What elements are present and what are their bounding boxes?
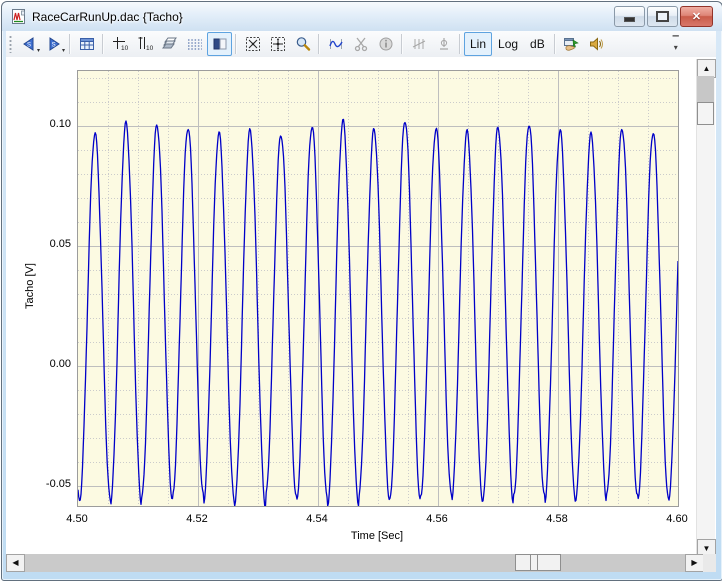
crosshair-10-icon: 10 bbox=[112, 36, 128, 52]
plot-svg bbox=[78, 71, 678, 506]
scissors-icon bbox=[353, 36, 369, 52]
waveform-document-icon bbox=[11, 9, 27, 25]
x-tick-label: 4.60 bbox=[655, 513, 699, 525]
vertical-scroll-thumb[interactable] bbox=[697, 102, 714, 125]
grid-table-icon bbox=[79, 36, 95, 52]
toolbar-separator bbox=[69, 34, 71, 54]
plumb-cursor-icon bbox=[436, 36, 452, 52]
vertical-lines-10-icon: 10 bbox=[137, 36, 153, 52]
blue-right-arrow-s-icon: S bbox=[46, 36, 62, 52]
up-arrow-icon: ▲ bbox=[703, 65, 711, 73]
y-tick-label: -0.05 bbox=[6, 478, 71, 490]
comb-cursor-icon bbox=[411, 36, 427, 52]
hand-export-icon bbox=[563, 36, 579, 52]
svg-text:10: 10 bbox=[121, 45, 128, 52]
x-tick-label: 4.56 bbox=[415, 513, 459, 525]
svg-text:S: S bbox=[26, 43, 30, 49]
dotted-rows-icon bbox=[187, 36, 203, 52]
x-axis-scale-button[interactable]: 10 bbox=[107, 32, 132, 56]
export-button[interactable] bbox=[559, 32, 584, 56]
data-table-button[interactable] bbox=[74, 32, 99, 56]
cut-button[interactable] bbox=[348, 32, 373, 56]
close-button[interactable]: ✕ bbox=[680, 6, 713, 27]
panel-view-icon bbox=[212, 36, 228, 52]
scroll-right-button[interactable]: ▶ bbox=[685, 554, 704, 572]
minimize-button[interactable] bbox=[614, 6, 645, 27]
zoom-region-button[interactable] bbox=[265, 32, 290, 56]
info-button[interactable] bbox=[373, 32, 398, 56]
toolbar-grip[interactable] bbox=[9, 35, 12, 53]
scroll-left-button[interactable]: ◀ bbox=[6, 554, 25, 572]
zoom-extents-button[interactable] bbox=[240, 32, 265, 56]
app-window: RaceCarRunUp.dac {Tacho} ✕ S ▾ S ▾ bbox=[1, 1, 722, 581]
vertical-scroll-shade bbox=[697, 76, 714, 102]
expand-box-icon bbox=[245, 36, 261, 52]
toolbar-separator bbox=[102, 34, 104, 54]
x-tick-label: 4.58 bbox=[535, 513, 579, 525]
toolbar-overflow-button[interactable]: ▔▾ bbox=[669, 37, 683, 51]
y-tick-label: 0.10 bbox=[6, 118, 71, 130]
toolbar-separator bbox=[318, 34, 320, 54]
plot-area[interactable] bbox=[77, 70, 679, 507]
cascade-pages-icon bbox=[162, 36, 178, 52]
magnifier-icon bbox=[295, 36, 311, 52]
down-arrow-icon: ▼ bbox=[703, 545, 711, 553]
x-tick-label: 4.50 bbox=[55, 513, 99, 525]
linear-scale-button[interactable]: Lin bbox=[464, 32, 492, 56]
horizontal-scroll-thumb[interactable] bbox=[515, 554, 561, 571]
toolbar-separator bbox=[459, 34, 461, 54]
toolbar-separator bbox=[235, 34, 237, 54]
minimize-icon bbox=[624, 17, 635, 22]
scrollbar-corner bbox=[703, 554, 716, 572]
blue-wave-icon bbox=[328, 36, 344, 52]
dropdown-caret-icon: ▾ bbox=[37, 48, 40, 54]
magnify-button[interactable] bbox=[290, 32, 315, 56]
title-bar[interactable]: RaceCarRunUp.dac {Tacho} ✕ bbox=[2, 2, 722, 31]
db-scale-button[interactable]: dB bbox=[524, 32, 551, 56]
svg-text:S: S bbox=[51, 43, 55, 49]
svg-text:10: 10 bbox=[146, 45, 153, 52]
info-circle-icon bbox=[378, 36, 394, 52]
shrink-box-icon bbox=[270, 36, 286, 52]
y-axis-title: Tacho [V] bbox=[24, 226, 36, 346]
restore-button[interactable] bbox=[647, 6, 678, 27]
restore-icon bbox=[656, 11, 669, 22]
y-axis-scale-button[interactable]: 10 bbox=[132, 32, 157, 56]
close-icon: ✕ bbox=[692, 10, 701, 23]
window-title: RaceCarRunUp.dac {Tacho} bbox=[32, 10, 183, 24]
audio-replay-button[interactable] bbox=[584, 32, 609, 56]
dropdown-caret-icon: ▾ bbox=[62, 48, 65, 54]
right-arrow-icon: ▶ bbox=[691, 559, 697, 567]
x-tick-label: 4.54 bbox=[295, 513, 339, 525]
prev-section-button[interactable]: S ▾ bbox=[16, 32, 41, 56]
toolbar-separator bbox=[401, 34, 403, 54]
edit-waveform-button[interactable] bbox=[323, 32, 348, 56]
log-scale-button[interactable]: Log bbox=[492, 32, 524, 56]
next-section-button[interactable]: S ▾ bbox=[41, 32, 66, 56]
cursor-single-button[interactable] bbox=[431, 32, 456, 56]
cursor-harmonic-button[interactable] bbox=[406, 32, 431, 56]
x-axis-title: Time [Sec] bbox=[257, 530, 497, 542]
toolbar: S ▾ S ▾ 10 bbox=[6, 31, 716, 58]
cascade-view-button[interactable] bbox=[157, 32, 182, 56]
graph-window: 4.50 4.52 4.54 4.56 4.58 4.60 0.10 0.05 0.00 -0.0… bbox=[6, 57, 716, 572]
y-tick-label: 0.05 bbox=[6, 238, 71, 250]
left-arrow-icon: ◀ bbox=[12, 559, 18, 567]
x-tick-label: 4.52 bbox=[175, 513, 219, 525]
speaker-icon bbox=[588, 36, 604, 52]
horizontal-scrollbar[interactable]: ◀ ▶ bbox=[6, 554, 703, 572]
vertical-scrollbar[interactable]: ▲ ▼ bbox=[696, 59, 715, 556]
toolbar-separator bbox=[554, 34, 556, 54]
blue-left-arrow-s-icon: S bbox=[21, 36, 37, 52]
grid-toggle-button[interactable] bbox=[182, 32, 207, 56]
single-pane-button[interactable] bbox=[207, 32, 232, 56]
y-tick-label: 0.00 bbox=[6, 358, 71, 370]
